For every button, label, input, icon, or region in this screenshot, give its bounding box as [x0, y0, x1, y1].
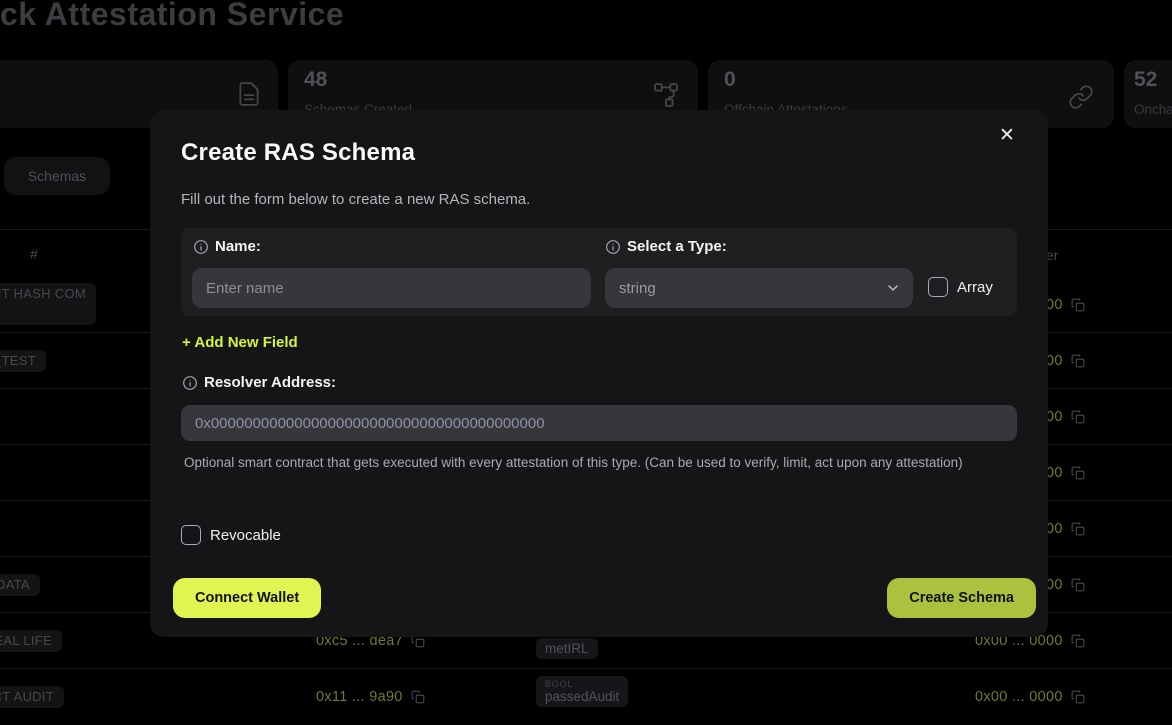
copy-icon[interactable] — [1071, 410, 1085, 424]
table-row: ACT AUDIT 0x11 ... 9a90 BOOLpassedAudit … — [0, 669, 1172, 725]
revocable-checkbox[interactable] — [181, 525, 201, 545]
create-schema-modal: ✕ Create RAS Schema Fill out the form be… — [150, 110, 1048, 637]
create-schema-button[interactable]: Create Schema — [887, 578, 1036, 618]
column-header-number: # — [30, 246, 38, 262]
copy-icon[interactable] — [411, 690, 425, 704]
type-label-row: Select a Type: — [605, 238, 727, 255]
name-label: Name: — [215, 238, 261, 255]
add-new-field-button[interactable]: + Add New Field — [182, 334, 298, 351]
schema-field-badge: BOOLpassedAudit — [536, 676, 628, 707]
type-select-value: string — [619, 280, 656, 297]
schema-field-badge: metIRL — [536, 638, 598, 659]
field-type-label: BOOL — [545, 679, 619, 689]
type-label: Select a Type: — [627, 238, 727, 255]
page-title: ck Attestation Service — [0, 0, 344, 33]
field-name-label: passedAudit — [545, 689, 619, 704]
field-row-section: Name: Select a Type: string Array — [181, 228, 1017, 316]
stat-value: 0 — [724, 68, 736, 92]
close-icon[interactable]: ✕ — [994, 122, 1020, 148]
schema-uid-link[interactable]: 0x11 ... 9a90 — [316, 689, 425, 705]
array-checkbox-row: Array — [928, 277, 993, 297]
schema-uid: 0x11 ... 9a90 — [316, 689, 403, 705]
connect-wallet-button[interactable]: Connect Wallet — [173, 578, 321, 618]
network-icon — [652, 82, 680, 113]
resolver-address-input[interactable] — [181, 405, 1017, 441]
copy-icon[interactable] — [1071, 466, 1085, 480]
stat-label: Onchain Attestations — [1134, 102, 1172, 117]
revocable-label: Revocable — [210, 527, 281, 544]
copy-icon[interactable] — [1071, 578, 1085, 592]
info-icon — [193, 239, 209, 255]
stat-card-onchain: 52 Onchain Attestations — [1124, 60, 1172, 128]
resolver-helper-text: Optional smart contract that gets execut… — [184, 453, 976, 473]
type-select[interactable]: string — [605, 268, 913, 308]
array-label: Array — [957, 279, 993, 296]
modal-title: Create RAS Schema — [181, 139, 415, 167]
schema-name-badge: NT HASH COM — [0, 283, 96, 325]
schema-name-badge: A_TEST — [0, 350, 46, 372]
copy-icon[interactable] — [1071, 298, 1085, 312]
copy-icon[interactable] — [1071, 522, 1085, 536]
copy-icon[interactable] — [1071, 690, 1085, 704]
chevron-down-icon — [885, 280, 901, 300]
revocable-checkbox-row: Revocable — [181, 525, 281, 545]
schema-name-badge: E DATA — [0, 574, 40, 596]
resolver-address-label: Resolver Address: — [204, 374, 336, 391]
link-icon — [1068, 84, 1094, 115]
stat-value: 52 — [1134, 68, 1157, 92]
name-label-row: Name: — [193, 238, 261, 255]
stat-value: 48 — [304, 68, 327, 92]
app-root: { "app": { "title": "ck Attestation Serv… — [0, 0, 1172, 715]
name-input[interactable] — [192, 268, 591, 308]
array-checkbox[interactable] — [928, 277, 948, 297]
copy-icon[interactable] — [1071, 634, 1085, 648]
resolver-address: 0x00 ... 0000 — [975, 689, 1063, 705]
document-icon — [236, 80, 262, 113]
info-icon — [605, 239, 621, 255]
copy-icon[interactable] — [1071, 354, 1085, 368]
info-icon — [182, 375, 198, 391]
schema-name-badge: REAL LIFE — [0, 630, 62, 652]
schema-name-badge: ACT AUDIT — [0, 686, 64, 708]
resolver-link[interactable]: 0x00 ... 0000 — [975, 689, 1085, 705]
modal-subtitle: Fill out the form below to create a new … — [181, 191, 530, 208]
resolver-label-row: Resolver Address: — [182, 374, 336, 391]
tab-schemas[interactable]: Schemas — [4, 157, 110, 195]
